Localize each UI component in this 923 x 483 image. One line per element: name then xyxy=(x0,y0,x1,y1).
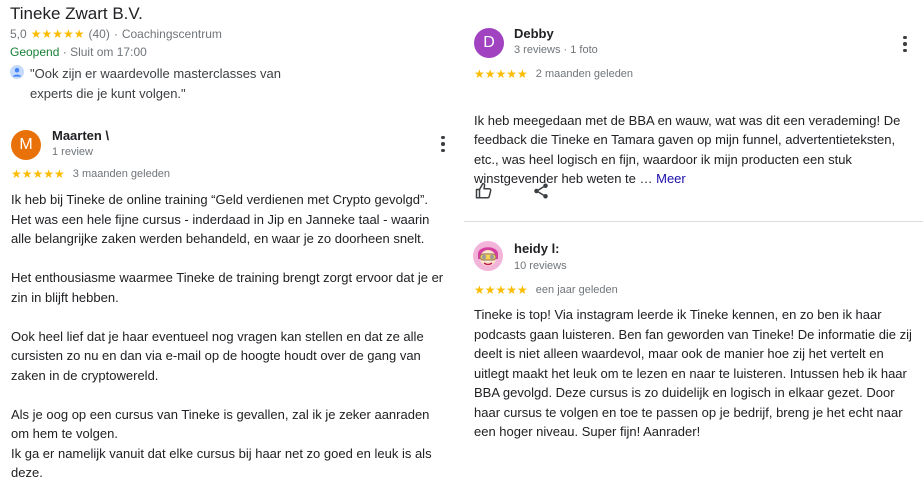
reviewer-avatar[interactable] xyxy=(473,241,503,271)
rating-row: 5,0 ★★★★★ (40) · Coachingscentrum xyxy=(10,27,450,41)
review-snippet: "Ook zijn er waardevolle masterclasses v… xyxy=(10,64,450,103)
reviewer-name[interactable]: Debby xyxy=(514,26,554,41)
review-text: Tineke is top! Via instagram leerde ik T… xyxy=(474,307,912,439)
review-date: 2 maanden geleden xyxy=(535,68,634,80)
separator-dot: · xyxy=(113,27,118,41)
rating-value: 5,0 xyxy=(10,27,27,41)
review-rating-row: ★★★★★ een jaar geleden xyxy=(474,283,618,297)
review-date: een jaar geleden xyxy=(535,284,618,296)
rating-stars: ★★★★★ xyxy=(30,27,85,41)
separator-dot-2: · xyxy=(62,45,71,59)
review-rating-row: ★★★★★ 3 maanden geleden xyxy=(11,167,170,181)
reviewer-name[interactable]: Maarten \ xyxy=(52,128,109,143)
review-text: Ik heb meegedaan met de BBA en wauw, wat… xyxy=(474,112,901,187)
user-icon xyxy=(10,65,24,103)
share-button[interactable] xyxy=(532,182,550,200)
more-options-icon[interactable] xyxy=(897,33,913,55)
avatar-image-icon xyxy=(473,241,503,271)
more-options-icon[interactable] xyxy=(435,133,451,155)
review-divider xyxy=(464,221,923,222)
review-count[interactable]: (40) xyxy=(88,27,109,41)
share-icon xyxy=(534,183,548,199)
review-stars: ★★★★★ xyxy=(474,283,528,297)
business-header: Tineke Zwart B.V. 5,0 ★★★★★ (40) · Coach… xyxy=(10,4,450,103)
reviewer-meta: 1 review xyxy=(52,146,93,158)
review-stars: ★★★★★ xyxy=(474,67,528,81)
review-text: Ik heb bij Tineke de online training “Ge… xyxy=(11,192,444,480)
open-status: Geopend xyxy=(10,45,60,59)
reviewer-meta: 10 reviews xyxy=(514,260,567,272)
reviewer-avatar[interactable]: M xyxy=(11,130,41,160)
thumb-up-icon xyxy=(475,182,492,199)
reviewer-meta: 3 reviews · 1 foto xyxy=(514,44,598,56)
review-text-container: Ik heb meegedaan met de BBA en wauw, wat… xyxy=(474,91,914,189)
review-date: 3 maanden geleden xyxy=(72,168,171,180)
business-name[interactable]: Tineke Zwart B.V. xyxy=(10,4,450,24)
read-more-link[interactable]: Meer xyxy=(656,171,686,186)
like-button[interactable] xyxy=(475,182,493,200)
open-status-row: Geopend · Sluit om 17:00 xyxy=(10,45,450,59)
review-stars: ★★★★★ xyxy=(11,167,65,181)
reviewer-name[interactable]: heidy l: xyxy=(514,241,560,256)
reviewer-avatar[interactable]: D xyxy=(474,28,504,58)
review-rating-row: ★★★★★ 2 maanden geleden xyxy=(474,67,633,81)
business-category: Coachingscentrum xyxy=(121,27,222,41)
snippet-quote: "Ook zijn er waardevolle masterclasses v… xyxy=(30,66,281,101)
closing-hours: Sluit om 17:00 xyxy=(70,45,147,59)
